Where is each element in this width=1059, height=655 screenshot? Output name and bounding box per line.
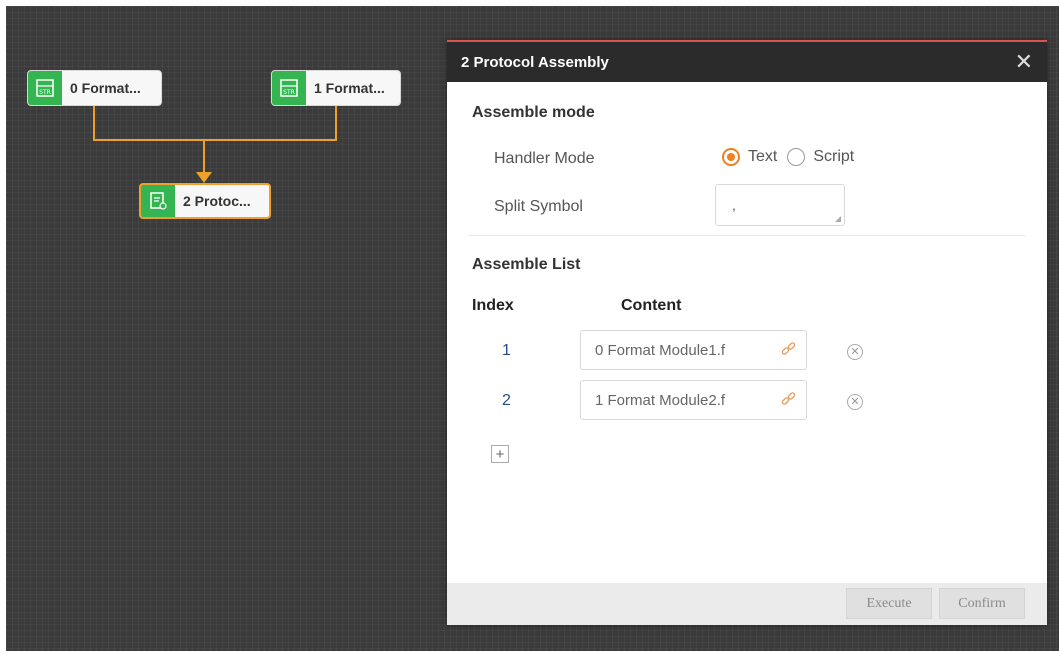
handler-mode-label: Handler Mode xyxy=(494,150,595,167)
column-header-index: Index xyxy=(472,297,514,314)
node-label: 2 Protoc... xyxy=(183,193,251,209)
row-content-text: 0 Format Module1.f xyxy=(595,341,726,359)
remove-row-icon[interactable]: ✕ xyxy=(847,394,863,410)
remove-row-icon[interactable]: ✕ xyxy=(847,344,863,360)
execute-button[interactable]: Execute xyxy=(846,588,932,619)
radio-script-label[interactable]: Script xyxy=(813,148,854,166)
row-content-input[interactable]: 1 Format Module2.f xyxy=(580,380,807,420)
split-symbol-label: Split Symbol xyxy=(494,198,583,215)
node-label: 0 Format... xyxy=(70,80,141,96)
protocol-assembly-icon xyxy=(141,185,175,217)
close-icon[interactable]: ✕ xyxy=(1015,51,1033,73)
dialog-header: 2 Protocol Assembly ✕ xyxy=(447,42,1047,82)
protocol-assembly-dialog: 2 Protocol Assembly ✕ Assemble mode Hand… xyxy=(447,40,1047,625)
radio-script[interactable] xyxy=(787,148,806,166)
row-content-text: 1 Format Module2.f xyxy=(595,391,726,409)
node-label: 1 Format... xyxy=(314,80,385,96)
row-content-input[interactable]: 0 Format Module1.f xyxy=(580,330,807,370)
row-index: 2 xyxy=(502,392,511,409)
split-symbol-value: , xyxy=(732,197,736,213)
link-icon[interactable] xyxy=(780,391,798,413)
resize-handle-icon[interactable] xyxy=(835,216,841,222)
svg-text:STR: STR xyxy=(39,89,51,96)
add-row-button[interactable]: + xyxy=(491,445,509,463)
dialog-title: 2 Protocol Assembly xyxy=(461,53,609,71)
link-icon[interactable] xyxy=(780,341,798,363)
row-index: 1 xyxy=(502,342,511,359)
assemble-mode-title: Assemble mode xyxy=(472,104,595,121)
node-format-0[interactable]: STR 0 Format... xyxy=(27,70,162,106)
format-str-icon: STR xyxy=(28,71,62,105)
dialog-footer: Execute Confirm xyxy=(447,583,1047,625)
column-header-content: Content xyxy=(621,297,682,314)
format-str-icon: STR xyxy=(272,71,306,105)
svg-text:STR: STR xyxy=(283,89,295,96)
split-symbol-input[interactable]: , xyxy=(715,184,845,226)
node-protocol-2[interactable]: 2 Protoc... xyxy=(139,183,271,219)
assemble-list-title: Assemble List xyxy=(472,256,581,273)
radio-text-label[interactable]: Text xyxy=(748,148,777,166)
handler-mode-radio-group: Text Script xyxy=(722,148,854,166)
section-divider xyxy=(469,235,1025,236)
node-format-1[interactable]: STR 1 Format... xyxy=(271,70,401,106)
confirm-button[interactable]: Confirm xyxy=(939,588,1025,619)
radio-text[interactable] xyxy=(722,148,740,166)
